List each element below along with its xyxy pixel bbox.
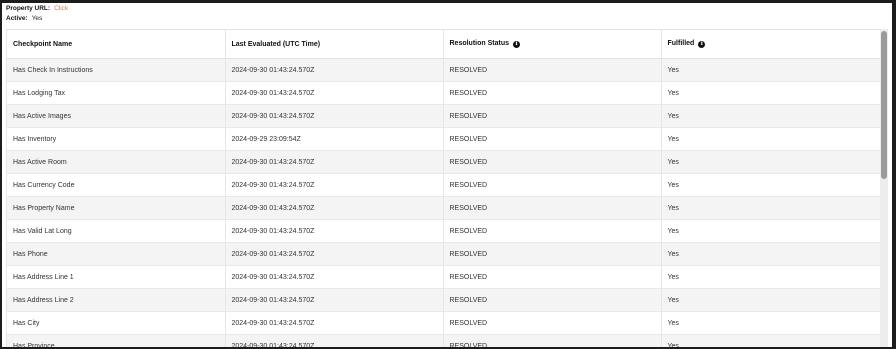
table-scrollbar[interactable]: [880, 29, 888, 347]
table-row[interactable]: Has Valid Lat Long 2024-09-30 01:43:24.57…: [7, 219, 881, 243]
table-row[interactable]: Has Inventory 2024-09-29 23:09:54Z RESOLVE…: [7, 127, 881, 151]
cell-fulfilled: Yes: [661, 311, 881, 335]
header-checkpoint-name[interactable]: Checkpoint Name: [7, 30, 226, 59]
active-label: Active:: [6, 15, 28, 22]
cell-fulfilled: Yes: [661, 288, 881, 312]
cell-fulfilled: Yes: [661, 173, 881, 197]
cell-resolution-status: RESOLVED: [443, 104, 662, 128]
cell-checkpoint-name: Has Lodging Tax: [7, 81, 226, 105]
table-row[interactable]: Has Active Images 2024-09-30 01:43:24.570…: [7, 104, 881, 128]
header-resolution-status[interactable]: Resolution Status i: [443, 30, 662, 59]
cell-last-evaluated: 2024-09-30 01:43:24.570Z: [225, 311, 444, 335]
cell-last-evaluated: 2024-09-30 01:43:24.570Z: [225, 334, 444, 347]
cell-fulfilled: Yes: [661, 334, 881, 347]
cell-fulfilled: Yes: [661, 265, 881, 289]
active-line: Active: Yes: [6, 15, 42, 23]
table-row[interactable]: Has Currency Code 2024-09-30 01:43:24.570…: [7, 173, 881, 197]
cell-checkpoint-name: Has Currency Code: [7, 173, 226, 197]
checkpoint-table-container[interactable]: Checkpoint Name Last Evaluated (UTC Time…: [6, 29, 881, 347]
cell-fulfilled: Yes: [661, 104, 881, 128]
cell-resolution-status: RESOLVED: [443, 265, 662, 289]
table-row[interactable]: Has City 2024-09-30 01:43:24.570Z RESOLVED…: [7, 311, 881, 335]
table-row[interactable]: Has Lodging Tax 2024-09-30 01:43:24.570Z R…: [7, 81, 881, 105]
header-resolution-status-label: Resolution Status: [449, 40, 510, 47]
table-row[interactable]: Has Property Name 2024-09-30 01:43:24.570…: [7, 196, 881, 220]
cell-last-evaluated: 2024-09-30 01:43:24.570Z: [225, 173, 444, 197]
checkpoint-panel: Property URL: Click Active: Yes Checkpoint…: [2, 3, 892, 347]
header-fulfilled[interactable]: Fulfilled i: [661, 30, 881, 59]
property-url-line: Property URL: Click: [6, 5, 68, 13]
property-url-link[interactable]: Click: [54, 5, 68, 12]
cell-last-evaluated: 2024-09-30 01:43:24.570Z: [225, 150, 444, 174]
cell-resolution-status: RESOLVED: [443, 127, 662, 151]
header-checkpoint-name-label: Checkpoint Name: [13, 40, 73, 48]
table-row[interactable]: Has Address Line 2 2024-09-30 01:43:24.57…: [7, 288, 881, 312]
cell-checkpoint-name: Has City: [7, 311, 226, 335]
cell-last-evaluated: 2024-09-30 01:43:24.570Z: [225, 58, 444, 82]
cell-resolution-status: RESOLVED: [443, 58, 662, 82]
cell-resolution-status: RESOLVED: [443, 288, 662, 312]
cell-resolution-status: RESOLVED: [443, 81, 662, 105]
cell-last-evaluated: 2024-09-30 01:43:24.570Z: [225, 196, 444, 220]
cell-fulfilled: Yes: [661, 127, 881, 151]
cell-resolution-status: RESOLVED: [443, 196, 662, 220]
cell-last-evaluated: 2024-09-30 01:43:24.570Z: [225, 81, 444, 105]
table-row[interactable]: Has Check In Instructions 2024-09-30 01:4…: [7, 58, 881, 82]
cell-checkpoint-name: Has Property Name: [7, 196, 226, 220]
cell-resolution-status: RESOLVED: [443, 311, 662, 335]
table-row[interactable]: Has Province 2024-09-30 01:43:24.570Z RESO…: [7, 334, 881, 347]
cell-checkpoint-name: Has Inventory: [7, 127, 226, 151]
cell-fulfilled: Yes: [661, 81, 881, 105]
table-row[interactable]: Has Active Room 2024-09-30 01:43:24.570Z R…: [7, 150, 881, 174]
cell-last-evaluated: 2024-09-29 23:09:54Z: [225, 127, 444, 151]
active-value: Yes: [31, 15, 43, 22]
cell-checkpoint-name: Has Address Line 2: [7, 288, 226, 312]
cell-checkpoint-name: Has Province: [7, 334, 226, 347]
cell-checkpoint-name: Has Valid Lat Long: [7, 219, 226, 243]
cell-checkpoint-name: Has Phone: [7, 242, 226, 266]
cell-fulfilled: Yes: [661, 219, 881, 243]
cell-resolution-status: RESOLVED: [443, 150, 662, 174]
cell-last-evaluated: 2024-09-30 01:43:24.570Z: [225, 104, 444, 128]
cell-last-evaluated: 2024-09-30 01:43:24.570Z: [225, 242, 444, 266]
cell-resolution-status: RESOLVED: [443, 334, 662, 347]
info-icon[interactable]: i: [698, 41, 706, 48]
cell-fulfilled: Yes: [661, 242, 881, 266]
cell-fulfilled: Yes: [661, 150, 881, 174]
cell-checkpoint-name: Has Check In Instructions: [7, 58, 226, 82]
checkpoint-table: Checkpoint Name Last Evaluated (UTC Time…: [7, 30, 881, 347]
cell-resolution-status: RESOLVED: [443, 173, 662, 197]
table-row[interactable]: Has Phone 2024-09-30 01:43:24.570Z RESOLVE…: [7, 242, 881, 266]
table-header-row: Checkpoint Name Last Evaluated (UTC Time…: [7, 30, 881, 59]
cell-last-evaluated: 2024-09-30 01:43:24.570Z: [225, 288, 444, 312]
info-icon[interactable]: i: [513, 41, 521, 48]
cell-last-evaluated: 2024-09-30 01:43:24.570Z: [225, 265, 444, 289]
header-fulfilled-label: Fulfilled: [667, 40, 695, 47]
cell-fulfilled: Yes: [661, 58, 881, 82]
property-url-label: Property URL:: [6, 5, 51, 12]
header-last-evaluated[interactable]: Last Evaluated (UTC Time): [225, 30, 444, 59]
cell-fulfilled: Yes: [661, 196, 881, 220]
cell-checkpoint-name: Has Active Room: [7, 150, 226, 174]
scrollbar-thumb[interactable]: [881, 31, 887, 179]
cell-checkpoint-name: Has Address Line 1: [7, 265, 226, 289]
table-body: Has Check In Instructions 2024-09-30 01:4…: [7, 58, 881, 347]
cell-resolution-status: RESOLVED: [443, 219, 662, 243]
cell-checkpoint-name: Has Active Images: [7, 104, 226, 128]
cell-resolution-status: RESOLVED: [443, 242, 662, 266]
header-last-evaluated-label: Last Evaluated (UTC Time): [231, 40, 321, 48]
table-row[interactable]: Has Address Line 1 2024-09-30 01:43:24.57…: [7, 265, 881, 289]
cell-last-evaluated: 2024-09-30 01:43:24.570Z: [225, 219, 444, 243]
